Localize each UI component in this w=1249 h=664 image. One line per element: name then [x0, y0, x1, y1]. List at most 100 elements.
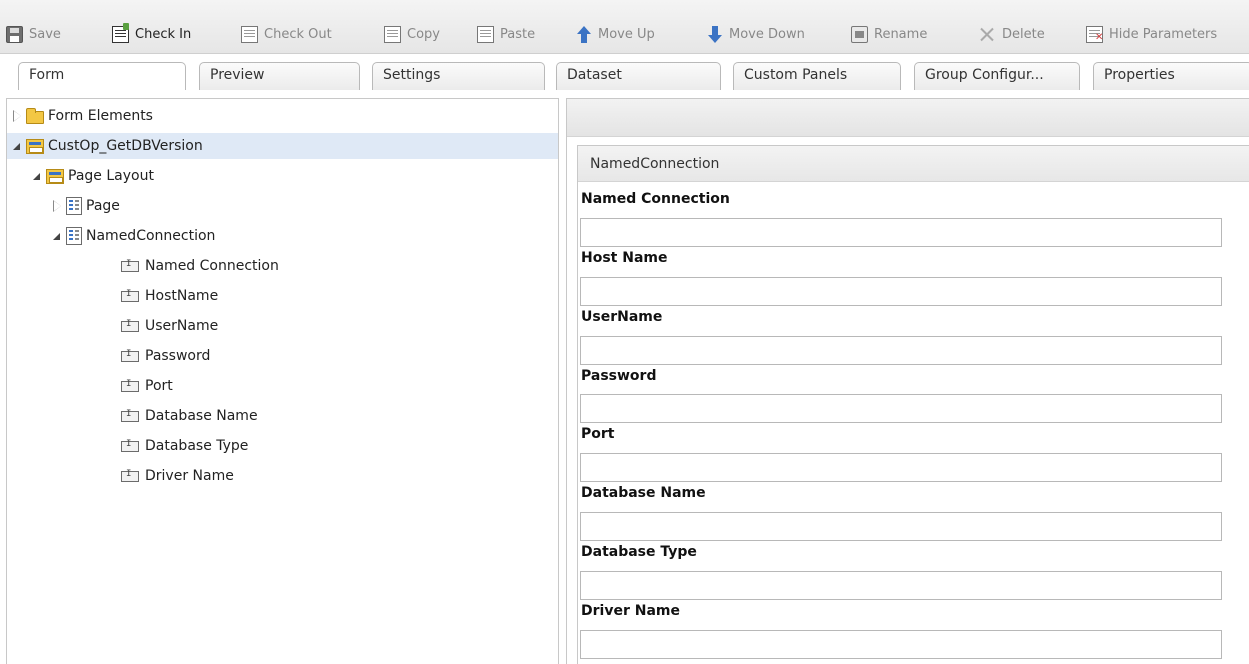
toolbar: Save Check In Check Out Copy Paste Move …: [0, 0, 1249, 54]
tree-item-field[interactable]: Database Name: [7, 403, 558, 429]
hide-parameters-button[interactable]: Hide Parameters: [1086, 23, 1217, 45]
paste-icon: [477, 25, 494, 43]
tab-properties[interactable]: Properties: [1093, 62, 1249, 90]
tree-item-page-layout[interactable]: Page Layout: [7, 163, 558, 189]
move-down-button[interactable]: Move Down: [706, 23, 805, 45]
field-label-named-connection: Named Connection: [581, 191, 730, 207]
tree-item-label: Form Elements: [48, 108, 153, 124]
check-out-button[interactable]: Check Out: [241, 23, 332, 45]
move-up-button[interactable]: Move Up: [575, 23, 655, 45]
tree-item-label: Named Connection: [145, 258, 279, 274]
check-in-button[interactable]: Check In: [112, 22, 192, 45]
copy-label: Copy: [407, 26, 440, 42]
delete-icon: [979, 26, 996, 43]
text-field-icon: [121, 409, 139, 422]
field-label-password: Password: [581, 368, 657, 384]
tree-item-label: Database Name: [145, 408, 258, 424]
tree-item-label: Password: [145, 348, 211, 364]
tree-item-label: Port: [145, 378, 173, 394]
preview-header-strip: [567, 99, 1249, 137]
database-name-input[interactable]: [580, 512, 1222, 541]
database-type-input[interactable]: [580, 571, 1222, 600]
text-field-icon: [121, 439, 139, 452]
tree-item-page[interactable]: Page: [7, 193, 558, 219]
collapse-arrow-icon[interactable]: [11, 140, 23, 152]
tree-item-form-elements[interactable]: Form Elements: [7, 103, 558, 129]
paste-button[interactable]: Paste: [477, 23, 535, 45]
port-input[interactable]: [580, 453, 1222, 482]
check-in-label: Check In: [135, 26, 192, 42]
text-field-icon: [121, 349, 139, 362]
check-out-icon: [241, 25, 258, 43]
text-field-icon: [121, 259, 139, 272]
tab-dataset[interactable]: Dataset: [556, 62, 721, 90]
check-out-label: Check Out: [264, 26, 332, 42]
field-label-username: UserName: [581, 309, 663, 325]
form-icon: [26, 138, 44, 154]
hide-parameters-icon: [1086, 25, 1103, 43]
password-input[interactable]: [580, 394, 1222, 423]
tab-form[interactable]: Form: [18, 62, 186, 90]
tab-group-configuration[interactable]: Group Configur...: [914, 62, 1080, 90]
save-button[interactable]: Save: [6, 23, 61, 45]
tree-item-namedconnection[interactable]: NamedConnection: [7, 223, 558, 249]
tab-preview[interactable]: Preview: [199, 62, 360, 90]
field-label-database-type: Database Type: [581, 544, 697, 560]
form-preview-pane: NamedConnection Named Connection Host Na…: [566, 98, 1249, 664]
panel-icon: [66, 227, 82, 245]
tab-custom-panels[interactable]: Custom Panels: [733, 62, 901, 90]
username-input[interactable]: [580, 336, 1222, 365]
panel-icon: [66, 197, 82, 215]
tree-item-field[interactable]: Port: [7, 373, 558, 399]
tree-item-label: NamedConnection: [86, 228, 216, 244]
copy-button[interactable]: Copy: [384, 23, 440, 45]
page-layout-icon: [46, 168, 64, 184]
arrow-down-icon: [706, 25, 723, 43]
form-tree: Form Elements CustOp_GetDBVersion Page L…: [6, 98, 559, 664]
hide-parameters-label: Hide Parameters: [1109, 26, 1218, 42]
paste-label: Paste: [500, 26, 536, 42]
check-in-icon: [112, 22, 129, 43]
save-label: Save: [29, 26, 61, 42]
expand-arrow-icon[interactable]: [11, 110, 23, 122]
rename-label: Rename: [874, 26, 928, 42]
namedconnection-panel: NamedConnection Named Connection Host Na…: [577, 145, 1249, 664]
tree-item-label: CustOp_GetDBVersion: [48, 138, 203, 154]
move-down-label: Move Down: [729, 26, 805, 42]
tree-item-label: HostName: [145, 288, 219, 304]
tree-item-field[interactable]: Named Connection: [7, 253, 558, 279]
tree-item-field[interactable]: Database Type: [7, 433, 558, 459]
host-name-input[interactable]: [580, 277, 1222, 306]
expand-arrow-icon[interactable]: [51, 200, 63, 212]
tree-item-label: Driver Name: [145, 468, 234, 484]
text-field-icon: [121, 469, 139, 482]
collapse-arrow-icon[interactable]: [51, 230, 63, 242]
named-connection-input[interactable]: [580, 218, 1222, 247]
tree-item-field[interactable]: UserName: [7, 313, 558, 339]
tree-item-label: Page: [86, 198, 120, 214]
tree-item-field[interactable]: HostName: [7, 283, 558, 309]
panel-title: NamedConnection: [578, 146, 1249, 182]
tree-item-custop-getdbversion[interactable]: CustOp_GetDBVersion: [7, 133, 558, 159]
field-label-driver-name: Driver Name: [581, 603, 680, 619]
field-label-host-name: Host Name: [581, 250, 668, 266]
tree-item-label: UserName: [145, 318, 219, 334]
tree-item-label: Page Layout: [68, 168, 154, 184]
field-label-database-name: Database Name: [581, 485, 706, 501]
text-field-icon: [121, 379, 139, 392]
rename-button[interactable]: Rename: [851, 23, 927, 45]
tree-item-field[interactable]: Password: [7, 343, 558, 369]
copy-icon: [384, 25, 401, 43]
move-up-label: Move Up: [598, 26, 655, 42]
tab-settings[interactable]: Settings: [372, 62, 545, 90]
tree-item-field[interactable]: Driver Name: [7, 463, 558, 489]
driver-name-input[interactable]: [580, 630, 1222, 659]
text-field-icon: [121, 319, 139, 332]
delete-button[interactable]: Delete: [979, 23, 1045, 45]
collapse-arrow-icon[interactable]: [31, 170, 43, 182]
arrow-up-icon: [575, 25, 592, 43]
text-field-icon: [121, 289, 139, 302]
tree-item-label: Database Type: [145, 438, 249, 454]
tab-bar: Form Preview Settings Dataset Custom Pan…: [0, 62, 1249, 90]
delete-label: Delete: [1002, 26, 1045, 42]
